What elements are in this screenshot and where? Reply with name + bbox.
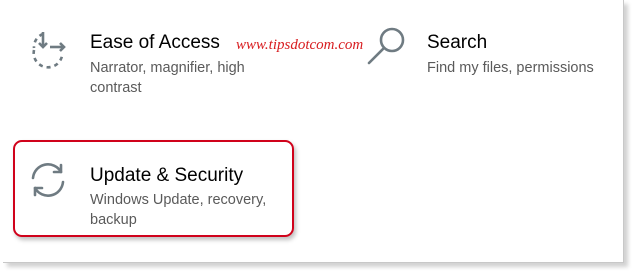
ease-of-access-tile[interactable]: Ease of Access Narrator, magnifier, high… <box>0 0 320 110</box>
search-description: Find my files, permissions <box>427 60 594 76</box>
ease-of-access-icon <box>32 32 66 69</box>
highlight-frame <box>13 140 294 237</box>
ease-of-access-description-line1: Narrator, magnifier, high <box>90 60 245 76</box>
search-tile[interactable]: Search Find my files, permissions <box>355 0 620 110</box>
search-title: Search <box>427 32 488 53</box>
ease-of-access-title: Ease of Access <box>90 32 220 53</box>
search-icon <box>367 27 405 65</box>
watermark: www.tipsdotcom.com <box>236 37 364 53</box>
ease-of-access-description-line2: contrast <box>90 80 142 96</box>
